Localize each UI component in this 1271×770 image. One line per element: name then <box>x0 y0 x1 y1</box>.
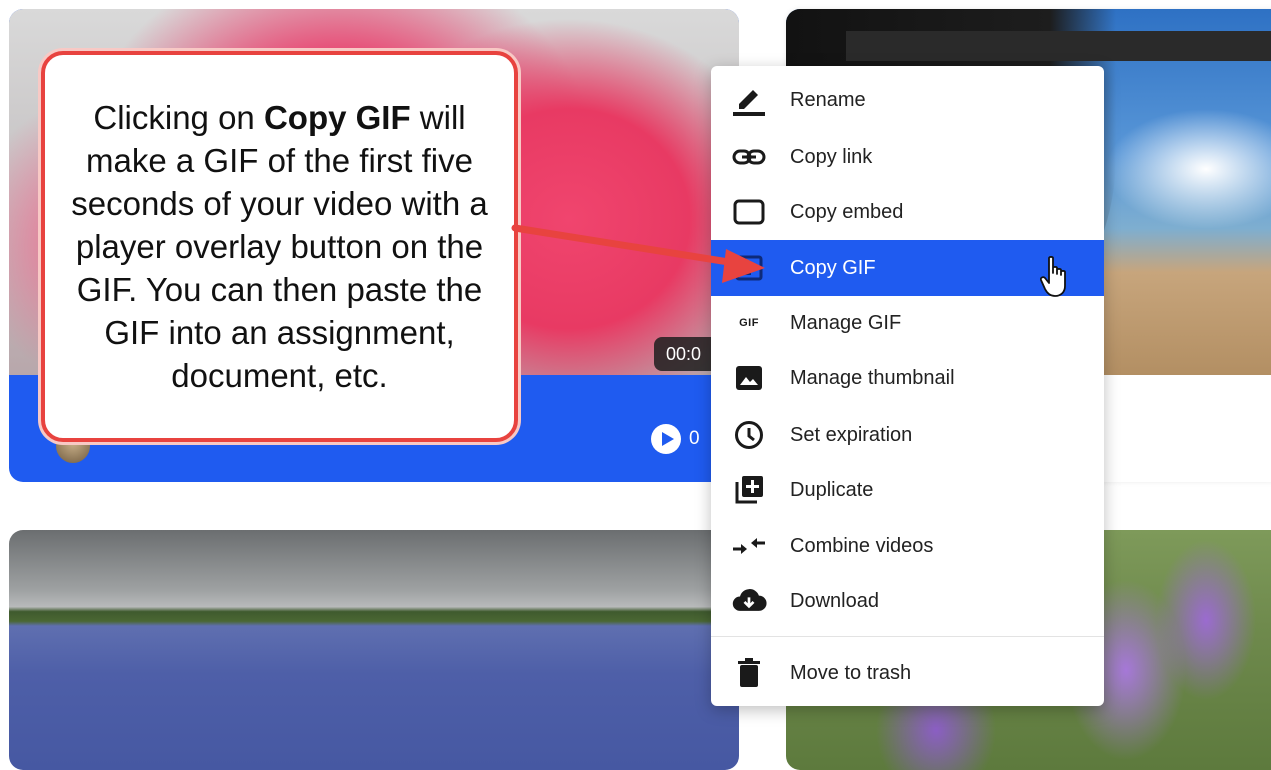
callout-text-post: will make a GIF of the first five second… <box>71 99 488 394</box>
combine-icon <box>731 531 767 561</box>
cloud-download-icon <box>731 586 767 616</box>
duplicate-icon <box>731 475 767 505</box>
gif-icon-text: GIF <box>739 317 759 329</box>
gif-icon: GIF <box>731 308 767 338</box>
instruction-callout: Clicking on Copy GIF will make a GIF of … <box>41 51 518 442</box>
link-icon <box>731 142 767 172</box>
menu-divider <box>711 636 1104 637</box>
menu-item-set-expiration[interactable]: Set expiration <box>711 407 1104 463</box>
clock-icon <box>731 420 767 450</box>
menu-item-manage-gif[interactable]: GIF Manage GIF <box>711 295 1104 351</box>
menu-item-move-to-trash[interactable]: Move to trash <box>711 645 1104 701</box>
menu-item-label: Combine videos <box>790 534 934 557</box>
play-count: 0 <box>651 423 700 455</box>
copy-gif-icon <box>731 253 767 283</box>
menu-item-label: Set expiration <box>790 423 913 446</box>
callout-text-pre: Clicking on <box>93 99 264 136</box>
video-card[interactable] <box>9 530 739 770</box>
menu-item-label: Rename <box>790 88 866 111</box>
menu-item-copy-embed[interactable]: Copy embed <box>711 184 1104 240</box>
menu-item-label: Manage GIF <box>790 311 902 334</box>
context-menu: Rename Copy link Copy embed Copy GIF GIF… <box>711 66 1104 706</box>
thumbnail-detail <box>846 31 1271 61</box>
image-icon <box>731 363 767 393</box>
callout-text: Clicking on Copy GIF will make a GIF of … <box>59 96 500 397</box>
menu-item-label: Copy GIF <box>790 256 876 279</box>
menu-item-label: Manage thumbnail <box>790 366 955 389</box>
menu-item-label: Copy link <box>790 145 873 168</box>
callout-text-bold: Copy GIF <box>263 99 411 136</box>
menu-item-copy-link[interactable]: Copy link <box>711 129 1104 185</box>
embed-icon <box>731 197 767 227</box>
menu-item-combine-videos[interactable]: Combine videos <box>711 518 1104 574</box>
menu-item-label: Move to trash <box>790 661 912 684</box>
menu-item-manage-thumbnail[interactable]: Manage thumbnail <box>711 350 1104 406</box>
menu-item-duplicate[interactable]: Duplicate <box>711 462 1104 518</box>
play-count-value: 0 <box>689 428 700 449</box>
menu-item-label: Download <box>790 589 879 612</box>
menu-item-label: Duplicate <box>790 478 874 501</box>
play-icon <box>651 424 681 454</box>
menu-item-download[interactable]: Download <box>711 573 1104 629</box>
pencil-icon <box>731 85 767 116</box>
video-thumbnail[interactable] <box>9 530 739 770</box>
menu-item-label: Copy embed <box>790 200 904 223</box>
hand-cursor-icon <box>1040 256 1066 297</box>
menu-item-rename[interactable]: Rename <box>711 72 1104 128</box>
trash-icon <box>731 658 767 688</box>
